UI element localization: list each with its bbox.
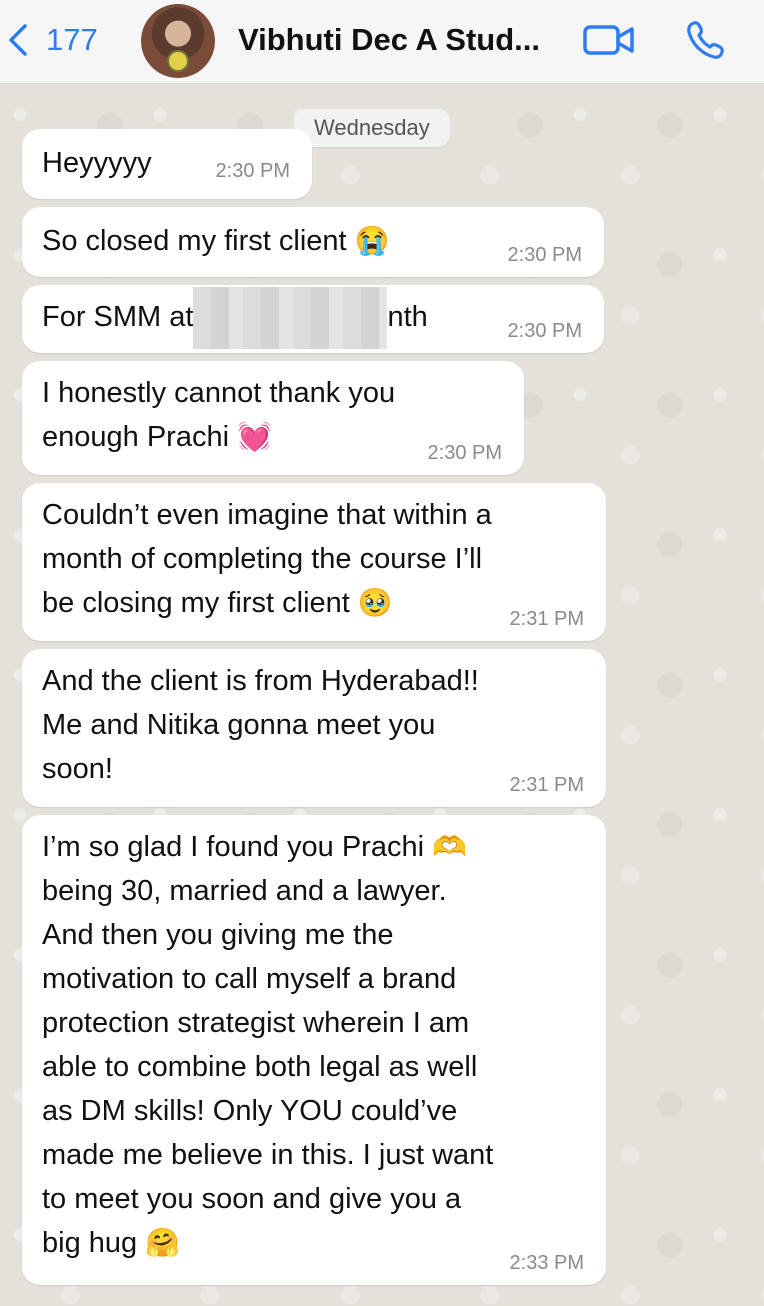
contact-name[interactable]: Vibhuti Dec A Stud... <box>238 22 540 58</box>
message-bubble[interactable]: So closed my first client 😭 2:30 PM <box>22 207 604 277</box>
chat-header: 177 Vibhuti Dec A Stud... <box>0 0 764 84</box>
growing-heart-emoji: 💓 <box>237 421 272 452</box>
message-bubble[interactable]: I honestly cannot thank you enough Prach… <box>22 361 524 475</box>
message-time: 2:30 PM <box>427 442 502 464</box>
message-bubble[interactable]: And the client is from Hyderabad!! Me an… <box>22 649 606 807</box>
holding-back-tears-emoji: 🥹 <box>357 587 393 618</box>
message-time: 2:31 PM <box>509 608 584 630</box>
message-text: For SMM at nth <box>42 287 584 350</box>
message-bubble[interactable]: Couldn’t even imagine that within a mont… <box>22 483 606 641</box>
message-text: So closed my first client 😭 <box>42 225 390 257</box>
back-button[interactable]: 177 <box>6 20 98 60</box>
chat-area[interactable]: Wednesday Heyyyyy 2:30 PM So closed my f… <box>0 85 764 1306</box>
message-time: 2:30 PM <box>507 320 582 342</box>
message-text: Couldn’t even imagine that within a mont… <box>42 499 492 619</box>
message-bubble[interactable]: For SMM at nth 2:30 PM <box>22 285 604 353</box>
message-time: 2:33 PM <box>509 1252 584 1274</box>
message-time: 2:30 PM <box>215 160 290 182</box>
message-time: 2:30 PM <box>507 244 582 266</box>
date-divider: Wednesday <box>294 109 450 147</box>
crying-face-emoji: 😭 <box>354 225 390 256</box>
message-bubble[interactable]: Heyyyyy 2:30 PM <box>22 129 312 199</box>
redacted-text <box>193 287 388 350</box>
message-text: And the client is from Hyderabad!! Me an… <box>42 665 479 785</box>
message-text: I’m so glad I found you Prachi 🫶 being 3… <box>42 831 494 1259</box>
message-time: 2:31 PM <box>509 774 584 796</box>
heart-hands-emoji: 🫶 <box>432 831 467 862</box>
hugging-face-emoji: 🤗 <box>145 1227 181 1258</box>
avatar[interactable] <box>141 4 215 78</box>
phone-call-icon[interactable] <box>684 18 728 62</box>
unread-count: 177 <box>46 22 98 57</box>
message-bubble[interactable]: I’m so glad I found you Prachi 🫶 being 3… <box>22 815 606 1285</box>
video-call-icon[interactable] <box>582 22 636 58</box>
chevron-left-icon <box>9 24 27 56</box>
